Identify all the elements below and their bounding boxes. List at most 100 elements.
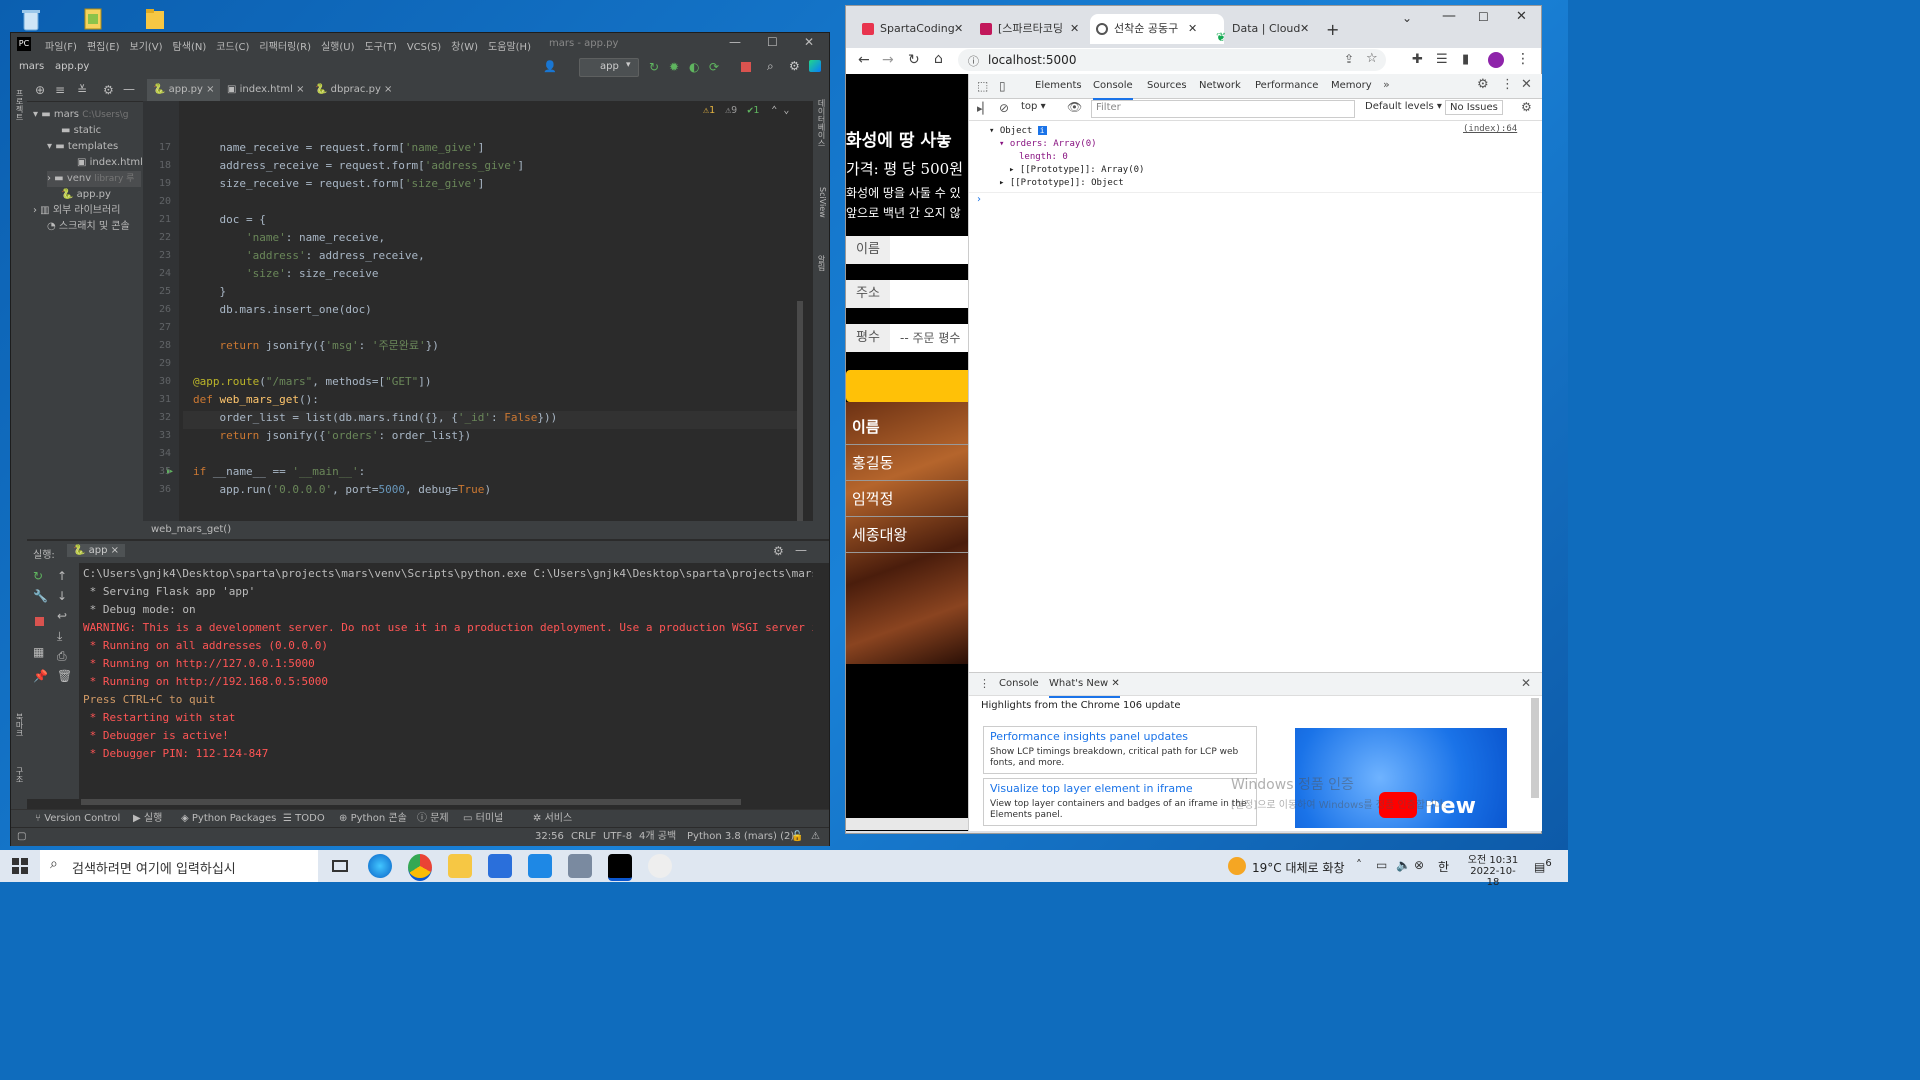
notifications-tool-tab[interactable]: 알림: [815, 255, 827, 295]
mail-icon[interactable]: [528, 854, 552, 878]
network-icon[interactable]: ▭: [1376, 858, 1387, 872]
inspect-icon[interactable]: ⬚: [977, 79, 988, 93]
tab-sparta-kr[interactable]: [스파르타코딩 ✕: [974, 14, 1106, 44]
hide-icon[interactable]: —: [795, 543, 807, 557]
tree-item-static[interactable]: ▬ static: [61, 123, 101, 139]
menu-item[interactable]: 편집(E): [87, 38, 120, 53]
menu-item[interactable]: VCS(S): [407, 42, 441, 53]
avatar[interactable]: [1488, 52, 1504, 68]
edge-icon[interactable]: [368, 854, 392, 878]
menu-item[interactable]: 파일(F): [45, 38, 77, 53]
layout-icon[interactable]: ▢: [17, 828, 26, 846]
chrome-icon[interactable]: [408, 854, 432, 881]
drawer-tab-console[interactable]: Console: [999, 672, 1039, 696]
close-icon[interactable]: ✕: [1300, 14, 1309, 44]
maximize-icon[interactable]: ☐: [767, 35, 778, 49]
profile-icon[interactable]: ⟳: [709, 60, 719, 74]
bottom-tab[interactable]: ⓘ 문제: [417, 810, 449, 828]
page-hscrollbar[interactable]: [846, 818, 968, 830]
context-select[interactable]: top ▾: [1021, 101, 1046, 112]
side-panel-icon[interactable]: ▮: [1462, 52, 1469, 67]
file-encoding[interactable]: UTF-8: [603, 828, 632, 846]
tree-item-venv[interactable]: › ▬ venv library 루: [47, 171, 141, 187]
tree-item-mars[interactable]: ▾ ▬ mars C:\Users\g: [33, 107, 129, 123]
bottom-tab[interactable]: ▭ 터미널: [463, 810, 503, 828]
minimize-icon[interactable]: —: [1442, 8, 1456, 24]
minimize-icon[interactable]: —: [729, 35, 741, 49]
target-icon[interactable]: ⊕: [35, 83, 45, 97]
network-app-icon[interactable]: [568, 854, 592, 878]
close-icon[interactable]: ✕: [1188, 14, 1197, 44]
tab-app-py[interactable]: 🐍 app.py ×: [147, 79, 221, 103]
order-button[interactable]: [846, 370, 968, 402]
close-icon[interactable]: ✕: [1521, 676, 1531, 690]
weather-text[interactable]: 19°C 대체로 화창: [1252, 859, 1344, 876]
close-icon[interactable]: ✕: [954, 14, 963, 44]
reading-list-icon[interactable]: ☰: [1436, 52, 1448, 67]
address-input[interactable]: [890, 280, 968, 308]
settings-icon[interactable]: ⚙: [1477, 77, 1489, 92]
chevron-up-icon[interactable]: ˄: [1356, 858, 1362, 872]
tab-performance[interactable]: Performance: [1255, 74, 1318, 98]
hide-icon[interactable]: —: [123, 82, 135, 96]
name-input[interactable]: [890, 236, 968, 264]
bottom-tab[interactable]: ▶ 실행: [133, 810, 162, 828]
run-config-select[interactable]: app ▾: [579, 58, 639, 77]
bottom-tab[interactable]: ✲ 서비스: [533, 810, 572, 828]
object-entry[interactable]: ▾ Object i: [989, 126, 1047, 136]
editor-scrollbar[interactable]: [797, 301, 803, 521]
no-sync-icon[interactable]: ⊗: [1414, 858, 1424, 872]
inspection-widget[interactable]: ⚠1 ⚠9 ✔1 ⌃ ⌄: [703, 105, 789, 116]
back-icon[interactable]: ←: [858, 52, 870, 68]
run-console[interactable]: C:\Users\gnjk4\Desktop\sparta\projects\m…: [11, 563, 813, 799]
tab-memory[interactable]: Memory: [1331, 74, 1372, 98]
taskbar-search[interactable]: ⌕ 검색하려면 여기에 입력하십시: [40, 850, 318, 882]
menu-item[interactable]: 리팩터링(R): [259, 38, 311, 53]
menu-item[interactable]: 보기(V): [130, 38, 163, 53]
windows-start-icon[interactable]: [12, 858, 28, 874]
line-separator[interactable]: CRLF: [571, 828, 596, 846]
sidebar-toggle-icon[interactable]: ▸▏: [977, 102, 991, 115]
tree-item-app-py[interactable]: 🐍 app.py: [61, 187, 111, 203]
eye-icon[interactable]: 👁: [1067, 100, 1082, 114]
maximize-icon[interactable]: ☐: [1478, 10, 1489, 24]
tab-index-html[interactable]: ▣ index.html ×: [221, 79, 311, 101]
array-prototype-entry[interactable]: ▸ [[Prototype]]: Array(0): [1009, 165, 1144, 175]
whats-new-card[interactable]: Visualize top layer element in iframe Vi…: [983, 778, 1257, 826]
tree-item-index-html[interactable]: ▣ index.html: [77, 155, 143, 171]
bottom-tab[interactable]: ⑂ Version Control: [35, 810, 120, 828]
object-prototype-entry[interactable]: ▸ [[Prototype]]: Object: [999, 178, 1124, 188]
new-tab-button[interactable]: +: [1326, 20, 1339, 39]
event-log-icon[interactable]: ⚠: [811, 828, 820, 846]
gear-icon[interactable]: ⚙: [103, 83, 114, 97]
console-filter-input[interactable]: Filter: [1091, 100, 1355, 118]
size-select[interactable]: -- 주문 평수: [890, 324, 968, 352]
info-icon[interactable]: ⓘ: [968, 53, 979, 69]
menu-icon[interactable]: ⋮: [1516, 51, 1530, 67]
collapse-all-icon[interactable]: ≚: [77, 83, 87, 97]
tab-console[interactable]: Console: [1093, 74, 1133, 100]
tab-network[interactable]: Network: [1199, 74, 1241, 98]
breadcrumb-file[interactable]: app.py: [55, 61, 89, 72]
kebab-menu-icon[interactable]: ⋮: [979, 677, 990, 690]
tab-active-mars[interactable]: 선착순 공동구 ✕: [1090, 14, 1224, 44]
tab-search-icon[interactable]: ⌄: [1402, 11, 1412, 25]
clear-console-icon[interactable]: ⊘: [999, 101, 1009, 115]
user-icon[interactable]: 👤: [543, 60, 563, 74]
folder-icon[interactable]: [142, 6, 170, 34]
more-tabs-icon[interactable]: »: [1383, 78, 1390, 91]
gear-icon[interactable]: ⚙: [1521, 100, 1532, 114]
coverage-icon[interactable]: ◐: [689, 60, 699, 74]
bottom-tab[interactable]: ◈ Python Packages: [181, 810, 276, 828]
bottom-tab[interactable]: ⊕ Python 콘솔: [339, 810, 407, 828]
star-icon[interactable]: ☆: [1366, 51, 1378, 66]
tab-spartacoding[interactable]: SpartaCoding ✕: [856, 14, 990, 44]
ime-indicator[interactable]: 한: [1438, 858, 1449, 875]
menu-item[interactable]: 창(W): [451, 38, 478, 53]
issues-button[interactable]: No Issues: [1445, 100, 1503, 115]
sciview-tool-tab[interactable]: SciView: [815, 187, 827, 237]
jetbrains-icon[interactable]: [809, 60, 821, 72]
tab-elements[interactable]: Elements: [1035, 74, 1082, 98]
notification-center-icon[interactable]: ▤6: [1534, 858, 1552, 874]
device-toolbar-icon[interactable]: ▯: [999, 79, 1006, 93]
